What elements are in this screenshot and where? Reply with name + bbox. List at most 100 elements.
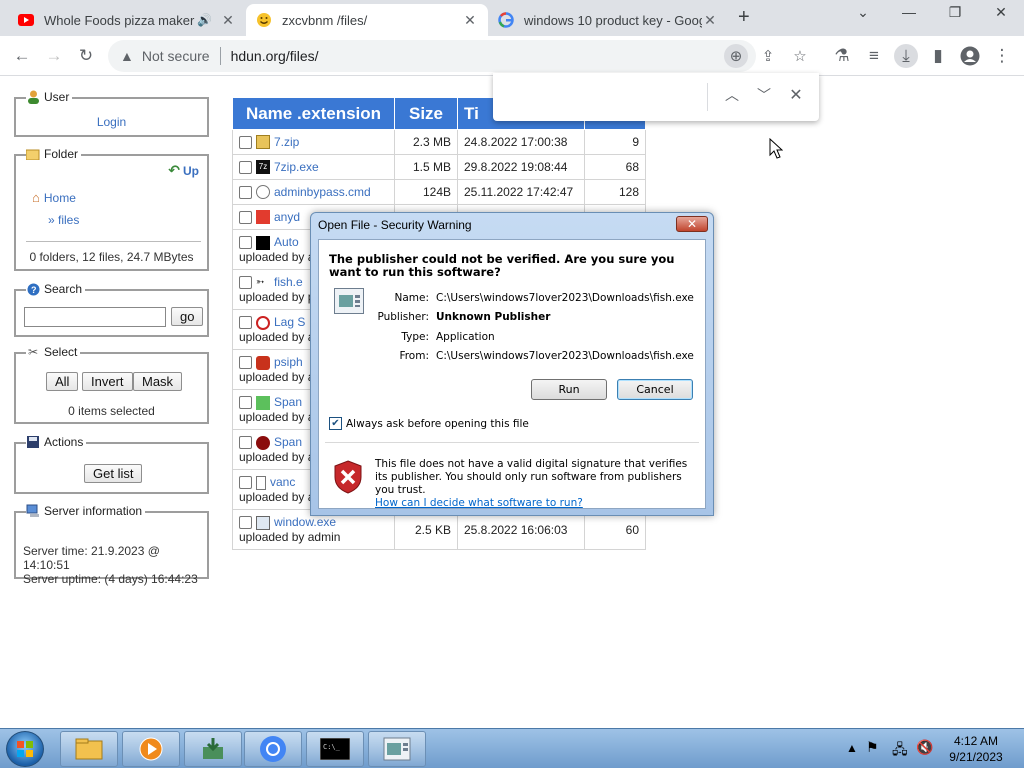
url-text[interactable]: hdun.org/files/ — [231, 48, 319, 64]
file-link[interactable]: fish.e — [274, 275, 303, 289]
get-list-button[interactable]: Get list — [84, 464, 143, 483]
find-next-icon[interactable]: ﹀ — [753, 85, 775, 107]
row-checkbox[interactable] — [239, 396, 252, 410]
row-checkbox[interactable] — [239, 160, 252, 174]
row-checkbox[interactable] — [239, 210, 252, 224]
download-icon[interactable]: ⤓ — [894, 44, 918, 68]
restore-button[interactable]: ❐ — [940, 4, 970, 21]
column-header-name[interactable]: Name .extension — [232, 97, 395, 130]
file-link[interactable]: anyd — [274, 210, 300, 224]
file-link[interactable]: Lag S — [274, 315, 305, 329]
row-checkbox[interactable] — [239, 135, 252, 149]
cmd-taskbar-icon[interactable]: C:\_ — [306, 731, 364, 767]
red-shield-icon — [334, 460, 362, 494]
files-link[interactable]: » files — [48, 213, 79, 227]
table-row: 7z 7zip.exe 1.5 MB 29.8.2022 19:08:44 68 — [232, 154, 646, 180]
mask-button[interactable]: Mask — [133, 372, 183, 391]
share-icon[interactable]: ⇪ — [756, 44, 780, 68]
footer-text: This file does not have a valid digital … — [375, 458, 688, 496]
find-close-icon[interactable]: ✕ — [785, 85, 807, 107]
explorer-taskbar-icon[interactable] — [60, 731, 118, 767]
always-ask-checkbox[interactable]: ✔ Always ask before opening this file — [329, 417, 529, 430]
file-link[interactable]: vanc — [270, 475, 295, 489]
volume-muted-icon[interactable]: 🔇 — [916, 739, 933, 756]
show-hidden-icons-arrow[interactable]: ▲ — [846, 741, 858, 755]
zoom-search-icon[interactable]: ⊕ — [724, 44, 748, 68]
row-checkbox[interactable] — [239, 185, 252, 199]
login-link[interactable]: Login — [97, 115, 126, 129]
row-checkbox[interactable] — [239, 436, 252, 450]
side-panel-icon[interactable]: ▮ — [926, 44, 950, 68]
home-link[interactable]: Home — [44, 191, 76, 205]
network-icon[interactable]: 🖧 — [892, 739, 908, 763]
actions-panel: Actions Get list — [14, 435, 209, 494]
row-checkbox[interactable] — [239, 276, 252, 290]
chrome-taskbar-icon[interactable] — [244, 731, 302, 767]
divider — [219, 47, 221, 65]
up-link[interactable]: Up — [183, 164, 199, 178]
media-player-taskbar-icon[interactable] — [122, 731, 180, 767]
security-label[interactable]: Not secure — [142, 48, 210, 64]
forward-button[interactable]: → — [42, 44, 66, 68]
close-tab-icon[interactable]: ✕ — [462, 12, 478, 29]
go-button[interactable]: go — [171, 307, 204, 326]
file-link[interactable]: Span — [274, 395, 302, 409]
downloads-taskbar-icon[interactable] — [184, 731, 242, 767]
find-previous-icon[interactable]: ︿ — [721, 85, 743, 107]
tab-windows-key[interactable]: windows 10 product key - Goog ✕ — [488, 4, 728, 36]
file-link[interactable]: Span — [274, 435, 302, 449]
up-arrow-icon[interactable]: ↶ — [168, 162, 180, 179]
floppy-disk-icon — [26, 435, 40, 449]
bookmark-star-icon[interactable]: ☆ — [788, 44, 812, 68]
checkbox-label[interactable]: Always ask before opening this file — [346, 418, 529, 430]
labs-flask-icon[interactable]: ⚗ — [830, 44, 854, 68]
search-input[interactable] — [24, 307, 166, 327]
server-panel: Server information Server time: 21.9.202… — [14, 504, 209, 586]
app-window-taskbar-icon[interactable] — [368, 731, 426, 767]
system-clock[interactable]: 4:12 AM 9/21/2023 — [936, 733, 1016, 765]
file-link[interactable]: adminbypass.cmd — [274, 185, 371, 199]
select-all-button[interactable]: All — [46, 372, 79, 391]
reading-list-icon[interactable]: ≡ — [862, 44, 886, 68]
column-header-size[interactable]: Size — [394, 97, 458, 130]
tab-whole-foods[interactable]: Whole Foods pizza maker Pi 🔊 ✕ — [8, 4, 246, 36]
row-checkbox[interactable] — [239, 316, 252, 330]
cancel-button[interactable]: Cancel — [617, 379, 693, 400]
file-time: 25.11.2022 17:42:47 — [457, 179, 585, 205]
help-link[interactable]: How can I decide what software to run? — [375, 497, 583, 509]
dialog-close-button[interactable]: ✕ — [676, 216, 708, 232]
close-tab-icon[interactable]: ✕ — [702, 12, 718, 29]
tab-search-icon[interactable]: ⌄ — [848, 4, 878, 21]
file-link[interactable]: 7.zip — [274, 135, 299, 149]
row-checkbox[interactable] — [239, 236, 252, 250]
row-checkbox[interactable] — [239, 516, 252, 530]
start-button[interactable] — [6, 731, 44, 767]
uploader-text: uploaded by p — [239, 289, 315, 304]
reload-button[interactable]: ↻ — [74, 44, 98, 68]
invert-button[interactable]: Invert — [82, 372, 133, 391]
menu-kebab-icon[interactable]: ⋮ — [990, 44, 1014, 68]
minimize-button[interactable]: — — [894, 4, 924, 20]
file-link[interactable]: 7zip.exe — [274, 160, 319, 174]
tab-zxcvbnm[interactable]: zxcvbnm /files/ ✕ — [246, 4, 488, 36]
profile-avatar-icon[interactable] — [958, 44, 982, 68]
close-tab-icon[interactable]: ✕ — [220, 12, 236, 29]
psiphon-icon — [256, 355, 270, 370]
file-link[interactable]: psiph — [274, 355, 303, 369]
speaker-icon[interactable]: 🔊 — [197, 13, 212, 27]
checkmark-icon[interactable]: ✔ — [329, 417, 342, 430]
file-link[interactable]: window.exe — [274, 515, 336, 529]
uploader-text: uploaded by a — [239, 449, 315, 464]
row-checkbox[interactable] — [239, 356, 252, 370]
file-link[interactable]: Auto — [274, 235, 299, 249]
warning-icon[interactable]: ▲ — [120, 48, 134, 64]
address-bar[interactable]: ▲ Not secure hdun.org/files/ ⊕ ⇪ ☆ — [108, 40, 807, 72]
row-checkbox[interactable] — [239, 476, 252, 490]
close-window-button[interactable]: ✕ — [986, 4, 1016, 21]
new-tab-button[interactable]: + — [738, 6, 750, 29]
back-button[interactable]: ← — [10, 44, 34, 68]
action-center-flag-icon[interactable]: ⚑ — [866, 739, 879, 756]
run-button[interactable]: Run — [531, 379, 607, 400]
find-input[interactable] — [501, 83, 701, 109]
uploader-text: uploaded by a — [239, 409, 315, 424]
